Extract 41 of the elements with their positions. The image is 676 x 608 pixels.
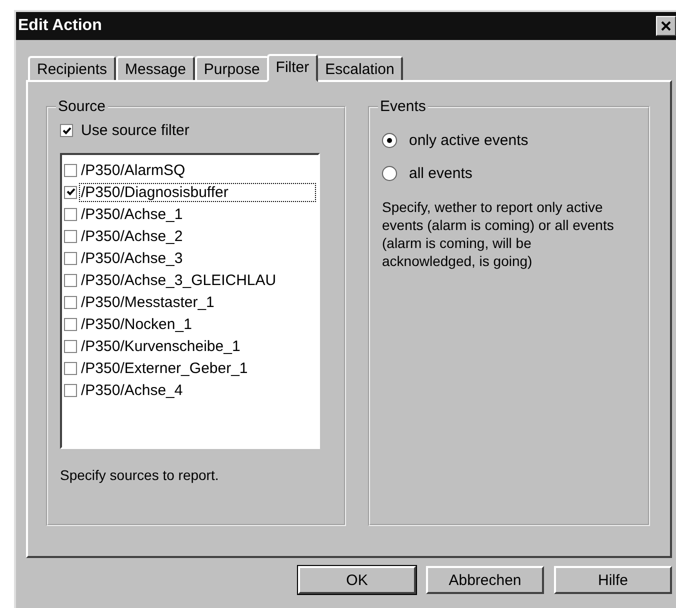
list-item[interactable]: /P350/Achse_1 [79,204,185,224]
checkbox[interactable] [64,230,77,242]
checkbox[interactable] [64,384,77,396]
tab[interactable]: Message [116,56,195,80]
list-item[interactable]: /P350/Achse_3 [79,248,185,268]
checkbox-label: Use source filter [81,122,190,139]
radio-label: only active events [409,132,528,149]
list-item[interactable]: /P350/Achse_2 [79,226,185,246]
dialog-button[interactable]: OK [298,566,416,594]
checkbox[interactable] [64,318,77,330]
checkbox[interactable] [64,186,77,198]
checkbox[interactable] [60,124,73,137]
checkbox[interactable] [64,208,77,220]
list-item[interactable]: /P350/Diagnosisbuffer [79,182,316,202]
tab[interactable]: Filter [266,54,318,82]
list-item[interactable]: /P350/Messtaster_1 [79,292,216,312]
checkbox[interactable] [64,362,77,374]
checkbox[interactable] [64,340,77,352]
list-item[interactable]: /P350/Nocken_1 [79,314,194,334]
checkbox[interactable] [64,296,77,308]
list-item[interactable]: /P350/Achse_4 [79,380,185,400]
tab[interactable]: Purpose [194,56,269,80]
description-text: Specify, wether to report only active events (alarm is coming) or all events (alarm is coming, will be acknowledged, is going) [382,198,614,270]
dialog-button[interactable]: Hilfe [554,566,672,594]
checkbox[interactable] [64,274,77,286]
list-item[interactable]: /P350/Externer_Geber_1 [79,358,250,378]
list-item[interactable]: /P350/Achse_3_GLEICHLAU [79,270,278,290]
window-title: Edit Action [18,17,102,35]
list-item[interactable]: /P350/AlarmSQ [79,160,188,180]
close-button[interactable] [656,16,676,36]
radio-label: all events [409,165,472,182]
close-icon [661,21,671,31]
tab[interactable]: Escalation [316,56,404,80]
radio-button[interactable] [382,166,397,181]
radio-button[interactable] [382,133,397,148]
checkbox[interactable] [64,164,77,176]
hint-text: Specify sources to report. [60,467,220,483]
dialog-button[interactable]: Abbrechen [426,566,544,594]
tab[interactable]: Recipients [28,56,116,80]
list-item[interactable]: /P350/Kurvenscheibe_1 [79,336,242,356]
checkbox[interactable] [64,252,77,264]
